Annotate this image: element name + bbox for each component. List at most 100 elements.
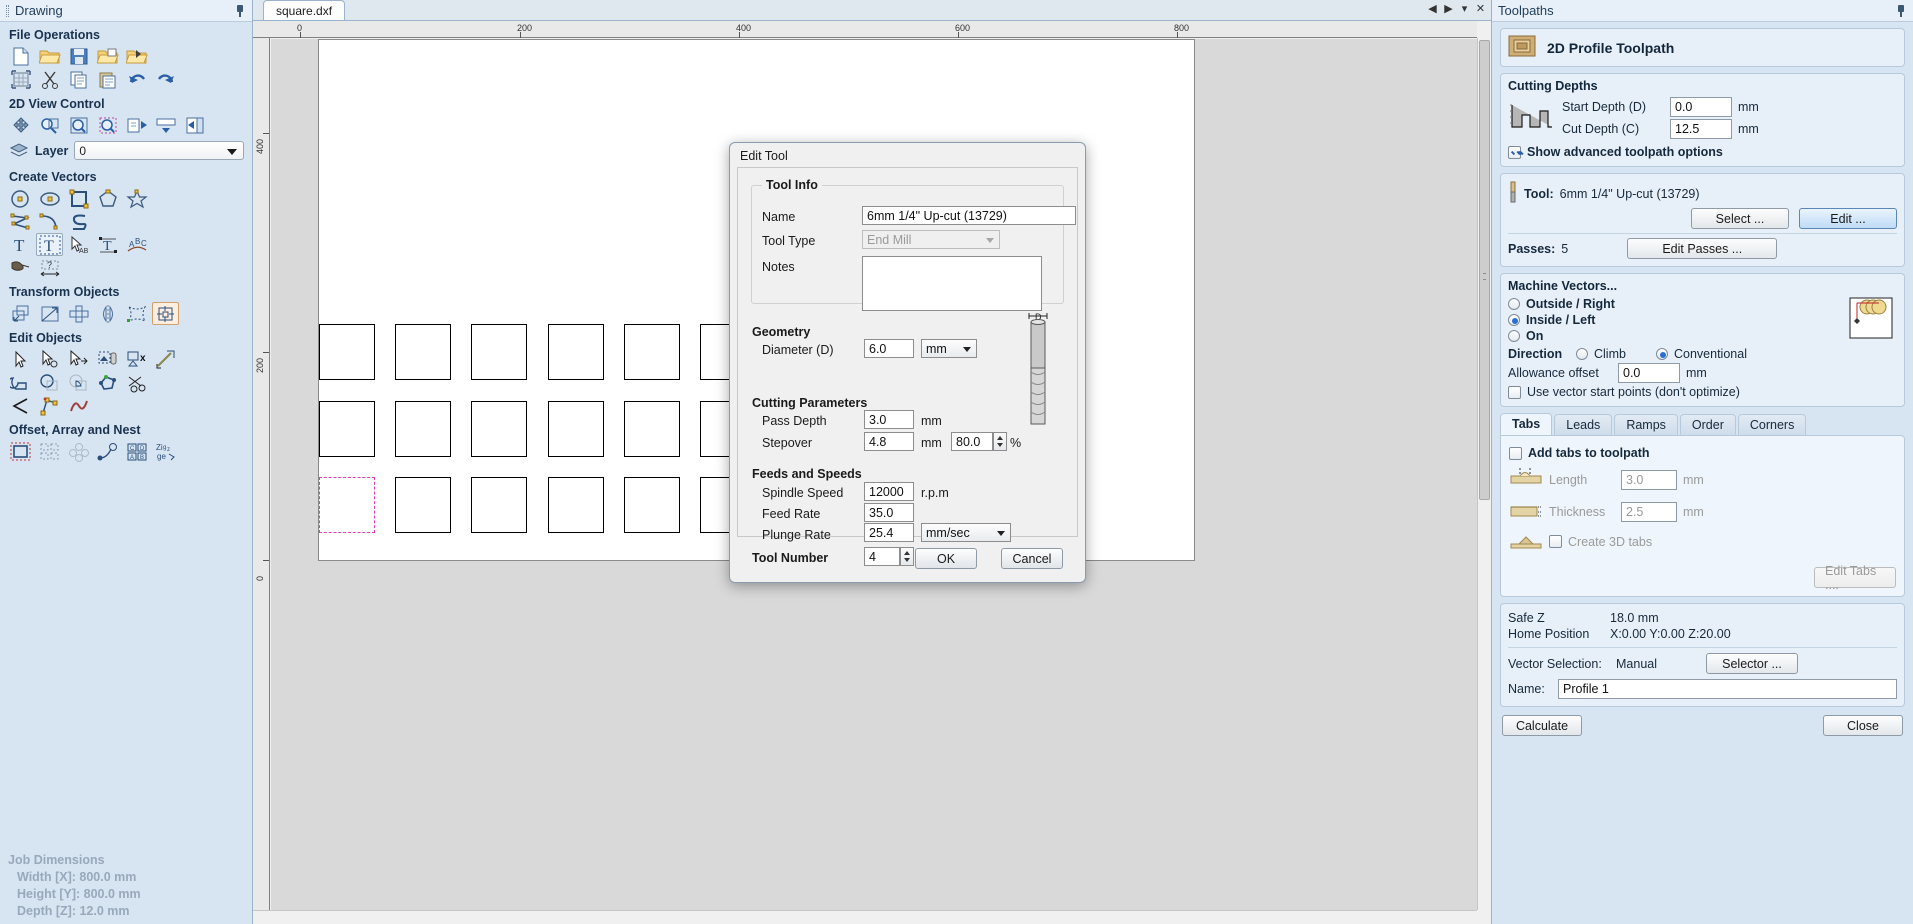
offset-vectors-icon[interactable] bbox=[7, 440, 34, 463]
create-3d-tabs-checkbox[interactable] bbox=[1549, 535, 1562, 548]
draw-ellipse-icon[interactable] bbox=[36, 187, 63, 210]
text-arc-icon[interactable]: ABC bbox=[123, 233, 150, 256]
tab-leads[interactable]: Leads bbox=[1554, 414, 1613, 435]
vector-square[interactable] bbox=[319, 401, 375, 457]
fillet-icon[interactable] bbox=[7, 394, 34, 417]
tab-next-icon[interactable]: ▶ bbox=[1442, 2, 1455, 15]
select-tool-button[interactable]: Select ... bbox=[1691, 208, 1789, 229]
job-setup-icon[interactable] bbox=[7, 68, 34, 91]
group-objects-icon[interactable] bbox=[94, 348, 121, 371]
vector-square[interactable] bbox=[471, 477, 527, 533]
selector-button[interactable]: Selector ... bbox=[1706, 653, 1798, 674]
zoom-to-drawing-icon[interactable] bbox=[123, 114, 150, 137]
redo-icon[interactable] bbox=[152, 68, 179, 91]
vector-square[interactable] bbox=[624, 477, 680, 533]
zigzag-icon[interactable]: Zi g z ge bbox=[152, 440, 179, 463]
draw-curve-icon[interactable] bbox=[65, 210, 92, 233]
toggle-panel-icon[interactable] bbox=[181, 114, 208, 137]
pin-icon[interactable] bbox=[234, 4, 246, 18]
machine-vectors-option-outside[interactable]: Outside / Right bbox=[1508, 297, 1845, 311]
subtract-vectors-icon[interactable] bbox=[36, 371, 63, 394]
zoom-selected-icon[interactable] bbox=[94, 114, 121, 137]
text-select-icon[interactable]: AB bbox=[65, 233, 92, 256]
cut-depth-input[interactable]: 12.5 bbox=[1670, 119, 1732, 139]
vector-square[interactable] bbox=[548, 401, 604, 457]
move-cursor-icon[interactable] bbox=[65, 348, 92, 371]
save-as-icon[interactable] bbox=[94, 45, 121, 68]
draw-arc-icon[interactable] bbox=[36, 210, 63, 233]
trim-vectors-icon[interactable] bbox=[123, 371, 150, 394]
toolpath-name-input[interactable]: Profile 1 bbox=[1558, 679, 1897, 699]
scale-object-icon[interactable] bbox=[36, 302, 63, 325]
copy-along-curve-icon[interactable] bbox=[94, 440, 121, 463]
dialog-ok-button[interactable]: OK bbox=[915, 548, 977, 569]
zoom-half-icon[interactable] bbox=[152, 114, 179, 137]
edit-passes-button[interactable]: Edit Passes ... bbox=[1627, 238, 1778, 259]
vertical-scrollbar-thumb[interactable] bbox=[1479, 40, 1490, 500]
zoom-extents-icon[interactable] bbox=[65, 114, 92, 137]
tool-type-select[interactable]: End Mill bbox=[862, 230, 1000, 249]
tool-number-input[interactable]: 4 bbox=[864, 547, 900, 566]
node-tools-icon[interactable] bbox=[36, 394, 63, 417]
node-edit-icon[interactable] bbox=[36, 348, 63, 371]
tab-order[interactable]: Order bbox=[1679, 414, 1736, 435]
vector-square-selected[interactable] bbox=[319, 477, 375, 533]
allowance-offset-input[interactable]: 0.0 bbox=[1618, 363, 1680, 383]
machine-vectors-option-on[interactable]: On bbox=[1508, 329, 1845, 343]
tab-ramps[interactable]: Ramps bbox=[1614, 414, 1678, 435]
draw-circle-icon[interactable] bbox=[7, 187, 34, 210]
pin-icon[interactable] bbox=[1895, 4, 1907, 18]
canvas-horizontal-scrollbar[interactable] bbox=[253, 910, 1477, 924]
pass-depth-input[interactable]: 3.0 bbox=[864, 410, 914, 429]
stepover-percent-stepper[interactable] bbox=[993, 432, 1007, 451]
vector-square[interactable] bbox=[548, 477, 604, 533]
intersect-vectors-icon[interactable] bbox=[65, 371, 92, 394]
vector-square[interactable] bbox=[395, 401, 451, 457]
create-3d-tabs-row[interactable]: Create 3D tabs bbox=[1509, 530, 1896, 553]
edit-tabs-button[interactable]: Edit Tabs .... bbox=[1814, 564, 1896, 592]
cut-icon[interactable] bbox=[36, 68, 63, 91]
copy-icon[interactable] bbox=[65, 68, 92, 91]
outside-right-radio[interactable] bbox=[1508, 298, 1520, 310]
close-button[interactable]: Close bbox=[1823, 715, 1903, 736]
vector-square[interactable] bbox=[548, 324, 604, 380]
vector-square[interactable] bbox=[624, 401, 680, 457]
move-object-icon[interactable] bbox=[7, 302, 34, 325]
inside-left-radio[interactable] bbox=[1508, 314, 1520, 326]
show-advanced-checkbox[interactable] bbox=[1508, 145, 1521, 159]
tab-close-icon[interactable]: ✕ bbox=[1474, 2, 1487, 15]
paste-icon[interactable] bbox=[94, 68, 121, 91]
dimension-icon[interactable]: ? bbox=[36, 256, 63, 279]
use-vector-start-points-row[interactable]: Use vector start points (don't optimize) bbox=[1508, 385, 1897, 399]
zoom-window-icon[interactable] bbox=[36, 114, 63, 137]
spindle-speed-input[interactable]: 12000 bbox=[864, 482, 914, 501]
draw-rectangle-icon[interactable] bbox=[65, 187, 92, 210]
array-copy-icon[interactable] bbox=[36, 440, 63, 463]
stepper-up-icon[interactable] bbox=[901, 548, 913, 556]
stepover-percent-input[interactable]: 80.0 bbox=[951, 432, 993, 451]
edit-tool-button[interactable]: Edit ... bbox=[1799, 208, 1897, 229]
mirror-object-icon[interactable] bbox=[94, 302, 121, 325]
text-on-curve-icon[interactable]: T bbox=[94, 233, 121, 256]
vector-square[interactable] bbox=[319, 324, 375, 380]
machine-vectors-option-inside[interactable]: Inside / Left bbox=[1508, 313, 1845, 327]
new-file-icon[interactable] bbox=[7, 45, 34, 68]
tab-list-icon[interactable]: ▾ bbox=[1458, 2, 1471, 15]
draw-polygon-icon[interactable] bbox=[94, 187, 121, 210]
import-file-icon[interactable] bbox=[123, 45, 150, 68]
nest-parts-icon[interactable]: CDAB bbox=[123, 440, 150, 463]
distort-object-icon[interactable] bbox=[123, 302, 150, 325]
calculate-button[interactable]: Calculate bbox=[1502, 715, 1582, 736]
start-depth-input[interactable]: 0.0 bbox=[1670, 97, 1732, 117]
draw-text-icon[interactable]: T bbox=[7, 233, 34, 256]
tool-number-stepper[interactable] bbox=[900, 547, 914, 566]
conventional-radio[interactable] bbox=[1656, 348, 1668, 360]
draw-star-icon[interactable] bbox=[123, 187, 150, 210]
tab-length-input[interactable]: 3.0 bbox=[1621, 469, 1677, 490]
stepper-down-icon[interactable] bbox=[901, 556, 913, 564]
feed-rate-unit-select[interactable]: mm/sec bbox=[921, 523, 1011, 542]
rotate-object-icon[interactable] bbox=[65, 302, 92, 325]
weld-vectors-icon[interactable] bbox=[7, 371, 34, 394]
ungroup-objects-icon[interactable]: x bbox=[123, 348, 150, 371]
vector-square[interactable] bbox=[471, 324, 527, 380]
